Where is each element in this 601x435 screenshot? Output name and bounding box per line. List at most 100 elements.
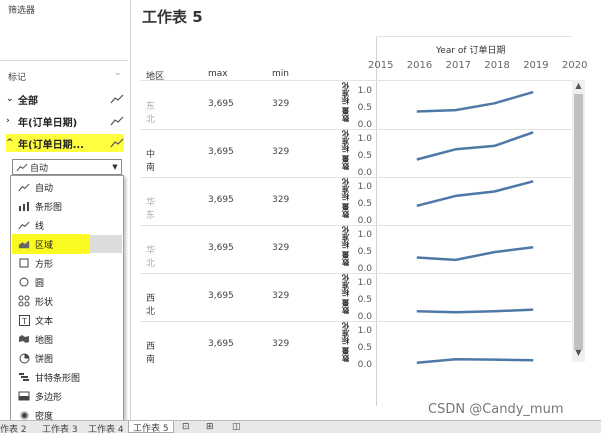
menu-item-shape[interactable]: 形状 — [12, 292, 122, 310]
region-cell: 西南 — [146, 342, 156, 365]
series-line[interactable] — [416, 358, 534, 364]
min-cell: 329 — [272, 99, 290, 109]
marks-title: 标记 — [8, 73, 27, 83]
x-axis-title: Year of 订单日期 — [436, 46, 506, 56]
line-icon — [17, 219, 31, 231]
series-line[interactable] — [416, 246, 534, 262]
min-cell: 329 — [272, 339, 290, 349]
y-tick: 1.0 — [357, 182, 372, 192]
y-tick: 0.5 — [357, 103, 372, 113]
pie-icon — [17, 352, 31, 364]
menu-item-gantt[interactable]: 甘特条形图 — [12, 368, 122, 386]
year-tick: 2015 — [368, 60, 394, 71]
menu-item-label: 区域 — [35, 240, 54, 251]
menu-item-label: 条形图 — [35, 202, 63, 213]
max-cell: 3,695 — [208, 147, 234, 157]
mark-type-menu: 自动条形图线区域方形圆形状 T 文本地图饼图甘特条形图多边形密度 — [10, 175, 124, 427]
polygon-icon — [17, 390, 31, 402]
gantt-icon — [17, 371, 31, 383]
y-tick: 1.0 — [357, 230, 372, 240]
svg-text:T: T — [21, 317, 27, 326]
menu-item-map[interactable]: 地图 — [12, 330, 122, 348]
menu-item-label: 文本 — [35, 316, 54, 327]
mark-type-select[interactable]: 自动 ▼ — [12, 159, 122, 175]
marks-row-label: 年(订单日期) — [18, 117, 78, 129]
year-tick: 2019 — [523, 60, 549, 71]
max-cell: 3,695 — [208, 243, 234, 253]
series-line[interactable] — [416, 131, 534, 161]
min-cell: 329 — [272, 195, 290, 205]
min-cell: 329 — [272, 291, 290, 301]
tab-sheet-2[interactable]: 作表 2 — [0, 422, 27, 435]
map-icon — [17, 333, 31, 345]
area-icon — [17, 238, 31, 250]
year-tick: 2017 — [445, 60, 472, 71]
menu-item-line[interactable]: 线 — [12, 216, 122, 234]
tab-sheet-5[interactable]: 工作表 5 — [128, 421, 174, 434]
chevron-down-icon: ⌄ — [6, 94, 14, 104]
filters-panel[interactable]: 筛选器 — [0, 0, 128, 61]
chevron-right-icon: › — [6, 116, 10, 126]
scrollbar-thumb[interactable] — [574, 94, 583, 350]
filters-title: 筛选器 — [8, 6, 36, 16]
menu-item-label: 自动 — [35, 183, 54, 194]
line-icon — [110, 138, 124, 148]
y-tick: 1.0 — [357, 134, 372, 144]
line-icon — [110, 94, 124, 104]
max-cell: 3,695 — [208, 339, 234, 349]
menu-item-polygon[interactable]: 多边形 — [12, 387, 122, 405]
marks-row-year2[interactable]: ^ 年(订单日期... — [6, 134, 124, 152]
marks-row-year1[interactable]: › 年(订单日期) — [6, 112, 124, 130]
menu-item-auto[interactable]: 自动 — [12, 178, 122, 196]
menu-item-circle[interactable]: 圆 — [12, 273, 122, 291]
menu-item-label: 线 — [35, 221, 45, 232]
dropdown-arrow-icon[interactable]: ▼ — [109, 163, 121, 171]
region-cell: 中南 — [146, 150, 156, 173]
new-worksheet-icon[interactable]: ⊡ — [182, 422, 190, 432]
min-cell: 329 — [272, 243, 290, 253]
series-line[interactable] — [416, 308, 534, 314]
line-chart — [416, 90, 534, 364]
year-tick: 2018 — [484, 60, 510, 71]
y-tick: 1.0 — [357, 278, 372, 288]
menu-item-text[interactable]: T 文本 — [12, 311, 122, 329]
y-tick: 0.5 — [357, 343, 372, 353]
square-icon — [17, 257, 31, 269]
menu-item-square[interactable]: 方形 — [12, 254, 122, 272]
year-tick: 2016 — [406, 60, 433, 71]
col-header-max[interactable]: max — [208, 69, 228, 79]
left-pane: 筛选器 标记 ⌄ ⌄ 全部 › 年(订单日期) ^ 年(订单日期... 自动 ▼… — [0, 0, 131, 427]
sheet-title: 工作表 5 — [142, 8, 203, 26]
y-tick: 1.0 — [357, 326, 372, 336]
scroll-up-icon[interactable]: ▲ — [572, 81, 585, 93]
menu-item-label: 饼图 — [35, 354, 54, 365]
series-line[interactable] — [416, 90, 534, 113]
mark-type-value: 自动 — [30, 163, 49, 174]
menu-item-pie[interactable]: 饼图 — [12, 349, 122, 367]
menu-item-area[interactable]: 区域 — [12, 234, 122, 254]
auto-icon — [17, 181, 31, 193]
tab-sheet-3[interactable]: 工作表 3 — [42, 422, 78, 435]
region-cell: 华北 — [146, 246, 156, 269]
col-header-min[interactable]: min — [272, 69, 289, 79]
scroll-down-icon[interactable]: ▼ — [572, 348, 585, 360]
menu-item-label: 密度 — [35, 411, 54, 422]
marks-row-all[interactable]: ⌄ 全部 — [6, 90, 124, 108]
text-icon: T — [17, 314, 31, 326]
tab-sheet-4[interactable]: 工作表 4 — [88, 422, 124, 435]
chevron-up-icon: ^ — [6, 138, 14, 148]
new-dashboard-icon[interactable]: ⊞ — [206, 422, 214, 432]
new-story-icon[interactable]: ◫ — [232, 422, 241, 432]
y-tick: 0.0 — [357, 360, 372, 370]
header-divider — [376, 36, 572, 37]
sheet-tabs: 作表 2 工作表 3 工作表 4 工作表 5 ⊡ ⊞ ◫ — [0, 420, 601, 435]
menu-item-label: 甘特条形图 — [35, 373, 81, 384]
marks-collapse-icon[interactable]: ⌄ — [114, 68, 122, 78]
menu-item-label: 形状 — [35, 297, 54, 308]
menu-item-label: 方形 — [35, 259, 54, 270]
menu-item-bar[interactable]: 条形图 — [12, 197, 122, 215]
line-icon — [16, 163, 30, 172]
series-line[interactable] — [416, 180, 534, 208]
y-tick: 0.5 — [357, 247, 372, 257]
max-cell: 3,695 — [208, 195, 234, 205]
